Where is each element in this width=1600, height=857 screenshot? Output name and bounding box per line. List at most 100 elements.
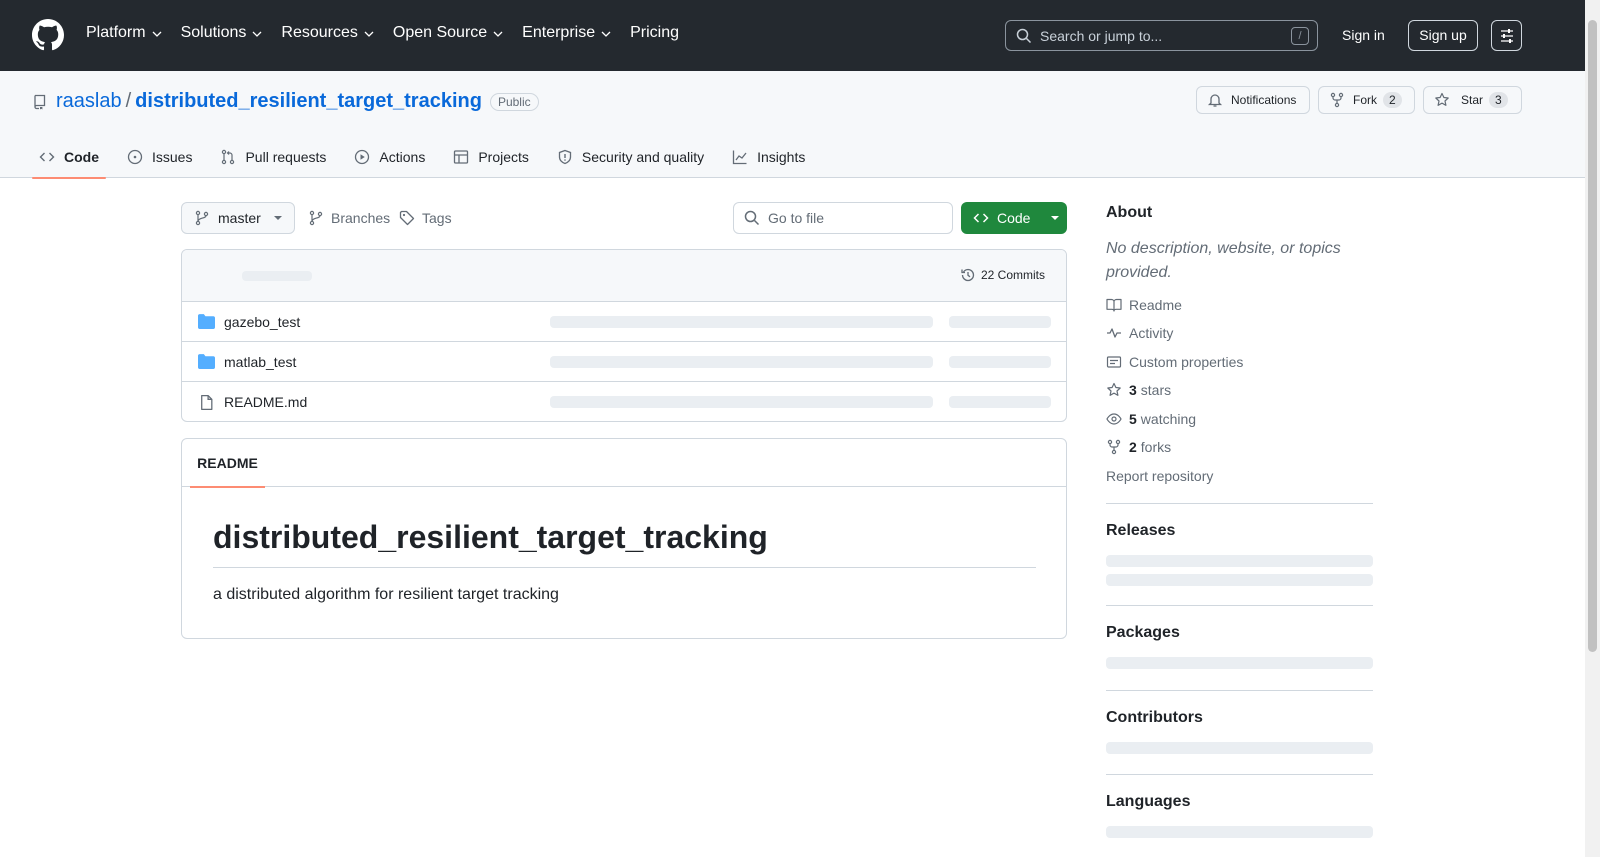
code-button-label: Code xyxy=(997,210,1031,226)
releases-loading-placeholder xyxy=(1106,555,1373,567)
forks-count: 2 xyxy=(1129,439,1137,455)
tab-security[interactable]: Security and quality xyxy=(550,136,711,178)
star-icon xyxy=(1435,92,1449,106)
repo-owner-link[interactable]: raaslab xyxy=(56,90,122,113)
signup-button[interactable]: Sign up xyxy=(1408,20,1478,51)
notifications-label: Notifications xyxy=(1231,93,1297,107)
search-shortcut-key: / xyxy=(1291,27,1309,45)
nav-resources[interactable]: Resources xyxy=(281,24,374,42)
commits-link[interactable]: 22 Commits xyxy=(960,267,1045,283)
fork-button[interactable]: Fork 2 xyxy=(1318,86,1415,114)
book-icon xyxy=(1106,298,1122,312)
file-name[interactable]: matlab_test xyxy=(224,354,296,370)
tab-code-label: Code xyxy=(64,149,99,165)
tab-pull-requests-label: Pull requests xyxy=(245,149,327,165)
chevron-down-icon xyxy=(601,31,611,37)
readme-panel: README distributed_resilient_target_trac… xyxy=(181,438,1067,639)
file-name[interactable]: gazebo_test xyxy=(224,314,300,330)
watching-link[interactable]: 5 watching xyxy=(1106,411,1196,427)
nav-solutions[interactable]: Solutions xyxy=(181,24,263,42)
readme-heading: distributed_resilient_target_tracking xyxy=(213,519,768,555)
activity-link[interactable]: Activity xyxy=(1106,325,1173,341)
notifications-button[interactable]: Notifications xyxy=(1196,86,1310,114)
tab-actions-label: Actions xyxy=(379,149,426,165)
repo-name-link[interactable]: distributed_resilient_target_tracking xyxy=(135,90,482,113)
releases-loading-placeholder xyxy=(1106,574,1373,586)
nav-platform-label: Platform xyxy=(86,24,146,41)
commit-date-placeholder xyxy=(949,316,1051,328)
about-description: No description, website, or topics provi… xyxy=(1106,240,1341,281)
branch-selector[interactable]: master xyxy=(181,202,295,234)
go-to-file-input[interactable]: Go to file xyxy=(733,202,953,234)
file-name[interactable]: README.md xyxy=(224,394,307,410)
nav-enterprise[interactable]: Enterprise xyxy=(522,24,611,42)
packages-heading[interactable]: Packages xyxy=(1106,624,1180,642)
github-logo-icon[interactable] xyxy=(32,19,64,51)
about-heading: About xyxy=(1106,204,1153,221)
settings-menu-button[interactable] xyxy=(1491,20,1522,51)
folder-icon xyxy=(198,314,215,329)
stars-link[interactable]: 3 stars xyxy=(1106,382,1171,398)
fork-label: Fork xyxy=(1353,93,1377,107)
forks-link[interactable]: 2 forks xyxy=(1106,439,1171,455)
watching-label: watching xyxy=(1140,411,1197,427)
chevron-down-icon xyxy=(252,31,262,37)
nav-platform[interactable]: Platform xyxy=(86,24,162,42)
search-icon xyxy=(1016,28,1032,43)
commit-message-placeholder xyxy=(550,316,933,328)
eye-icon xyxy=(1106,413,1122,425)
search-icon xyxy=(744,210,760,226)
contributors-heading[interactable]: Contributors xyxy=(1106,709,1203,727)
file-row[interactable]: README.md xyxy=(182,382,1066,421)
tab-issues[interactable]: Issues xyxy=(120,136,199,178)
tags-link[interactable]: Tags xyxy=(399,202,452,234)
code-button[interactable]: Code xyxy=(961,202,1067,234)
branches-link[interactable]: Branches xyxy=(308,202,390,234)
nav-pricing[interactable]: Pricing xyxy=(630,24,679,42)
history-icon xyxy=(961,268,975,282)
tags-label: Tags xyxy=(422,210,452,226)
tab-insights-label: Insights xyxy=(757,149,806,165)
readme-body: a distributed algorithm for resilient ta… xyxy=(213,586,559,603)
commit-message-placeholder xyxy=(550,356,933,368)
report-repository-link[interactable]: Report repository xyxy=(1106,468,1213,484)
tab-insights[interactable]: Insights xyxy=(725,136,812,178)
tab-readme[interactable]: README xyxy=(190,439,265,488)
table-icon xyxy=(454,150,469,164)
nav-pricing-label: Pricing xyxy=(630,24,679,41)
repo-title: raaslab / distributed_resilient_target_t… xyxy=(32,90,539,113)
file-browser: 22 Commits gazebo_test matlab_test READM… xyxy=(181,249,1067,422)
report-repository-label: Report repository xyxy=(1106,468,1214,484)
sidebar-divider xyxy=(1106,605,1373,606)
tab-pull-requests[interactable]: Pull requests xyxy=(213,136,333,178)
readme-divider xyxy=(213,567,1036,568)
page-scrollbar-thumb[interactable] xyxy=(1588,20,1597,652)
signin-link[interactable]: Sign in xyxy=(1342,27,1385,43)
forks-label: forks xyxy=(1140,439,1172,455)
tab-actions[interactable]: Actions xyxy=(347,136,432,178)
commit-loading-placeholder xyxy=(242,271,312,281)
branch-name: master xyxy=(218,210,261,226)
file-row[interactable]: matlab_test xyxy=(182,342,1066,382)
search-input[interactable]: Search or jump to... / xyxy=(1005,20,1318,51)
nav-resources-label: Resources xyxy=(281,24,358,41)
custom-properties-link[interactable]: Custom properties xyxy=(1106,354,1243,370)
repo-path-separator: / xyxy=(125,90,132,112)
chevron-down-icon xyxy=(152,31,162,37)
file-row[interactable]: gazebo_test xyxy=(182,302,1066,342)
nav-open-source[interactable]: Open Source xyxy=(393,24,503,42)
sidebar-divider xyxy=(1106,690,1373,691)
code-icon xyxy=(973,213,989,223)
packages-loading-placeholder xyxy=(1106,657,1373,669)
stars-count: 3 xyxy=(1129,382,1137,398)
chevron-down-icon xyxy=(364,31,374,37)
tab-code[interactable]: Code xyxy=(32,136,106,179)
star-button[interactable]: Star 3 xyxy=(1423,86,1522,114)
nav-open-source-label: Open Source xyxy=(392,24,488,41)
repo-header: raaslab / distributed_resilient_target_t… xyxy=(0,71,1585,179)
tab-projects[interactable]: Projects xyxy=(446,136,536,178)
releases-heading[interactable]: Releases xyxy=(1106,522,1175,540)
readme-link[interactable]: Readme xyxy=(1106,297,1182,313)
star-icon xyxy=(1107,382,1121,396)
folder-icon xyxy=(198,354,215,369)
